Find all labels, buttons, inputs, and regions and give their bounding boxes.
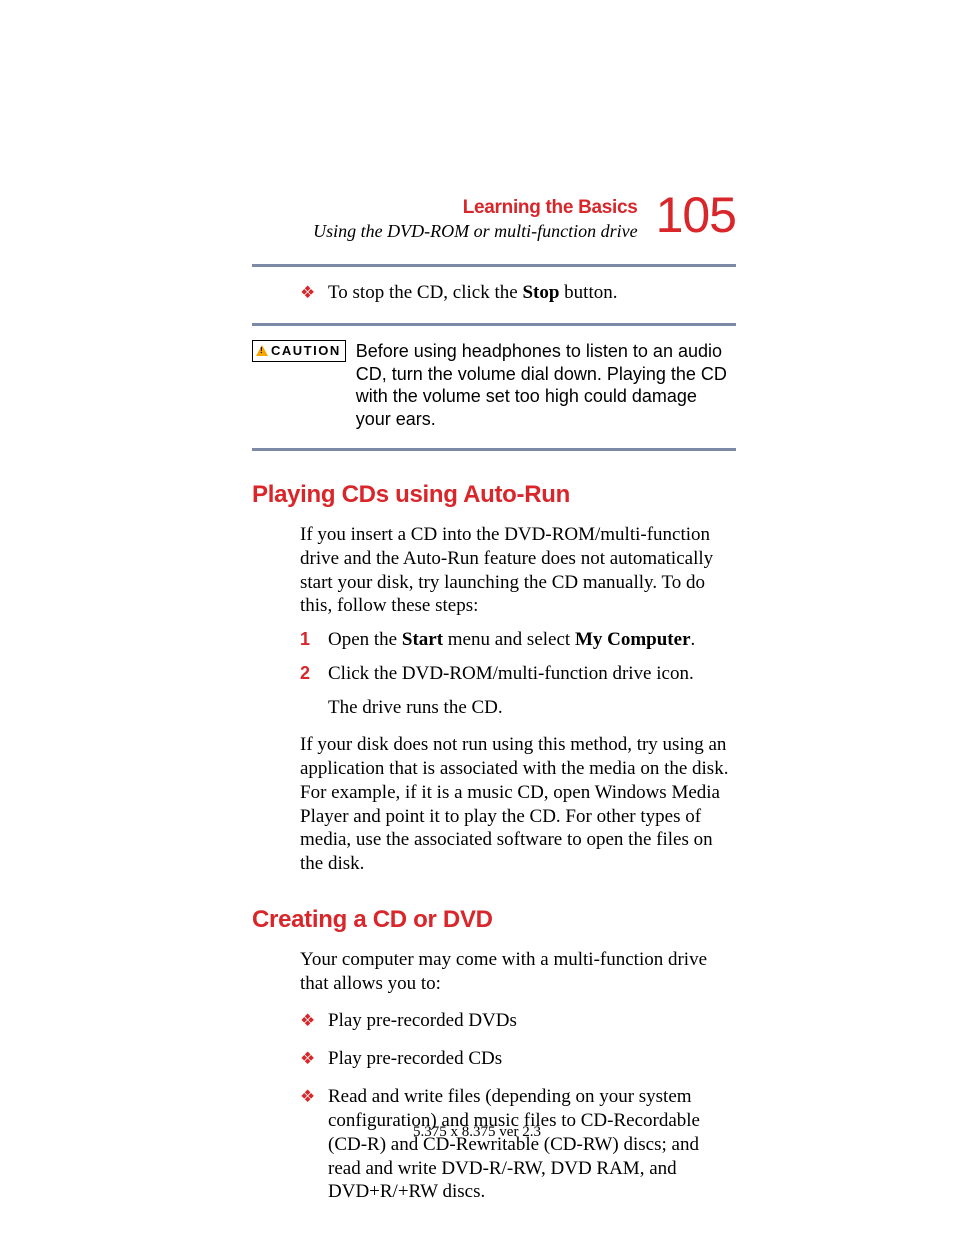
bullet-item: ❖ To stop the CD, click the Stop button. — [300, 281, 736, 305]
bullet-item: ❖ Play pre-recorded DVDs — [300, 1009, 736, 1033]
step-item: 1 Open the Start menu and select My Comp… — [300, 628, 736, 652]
chapter-title: Learning the Basics — [313, 197, 637, 219]
section-subtitle: Using the DVD-ROM or multi-function driv… — [313, 221, 637, 242]
diamond-bullet-icon: ❖ — [300, 1009, 328, 1033]
paragraph: Your computer may come with a multi-func… — [300, 948, 736, 996]
caution-text: Before using headphones to listen to an … — [356, 340, 736, 430]
step-text: Click the DVD-ROM/multi-function drive i… — [328, 662, 736, 686]
divider — [252, 264, 736, 267]
paragraph: If you insert a CD into the DVD-ROM/mult… — [300, 523, 736, 618]
paragraph: If your disk does not run using this met… — [300, 733, 736, 876]
diamond-bullet-icon: ❖ — [300, 1085, 328, 1204]
heading-playing-cds: Playing CDs using Auto-Run — [252, 481, 954, 509]
diamond-bullet-icon: ❖ — [300, 281, 328, 305]
bullet-text: Play pre-recorded DVDs — [328, 1009, 736, 1033]
step-text: menu and select — [443, 629, 575, 650]
caution-badge: CAUTION — [252, 340, 346, 362]
page-number: 105 — [656, 190, 736, 240]
step-item: 2 Click the DVD-ROM/multi-function drive… — [300, 662, 736, 686]
step-bold: My Computer — [575, 629, 691, 650]
step-subtext: The drive runs the CD. — [328, 696, 736, 720]
warning-triangle-icon — [256, 345, 268, 356]
bullet-text: Read and write files (depending on your … — [328, 1085, 736, 1204]
step-bold: Start — [402, 629, 443, 650]
divider — [252, 448, 736, 451]
divider — [252, 323, 736, 326]
heading-creating-cd: Creating a CD or DVD — [252, 906, 954, 934]
diamond-bullet-icon: ❖ — [300, 1047, 328, 1071]
bullet-text: Play pre-recorded CDs — [328, 1047, 736, 1071]
bullet-text-post: button. — [559, 282, 617, 303]
step-text: Open the — [328, 629, 402, 650]
caution-label: CAUTION — [271, 343, 341, 358]
bullet-text-bold: Stop — [522, 282, 559, 303]
caution-box: CAUTION Before using headphones to liste… — [252, 340, 736, 430]
bullet-text-pre: To stop the CD, click the — [328, 282, 522, 303]
page-footer: 5.375 x 8.375 ver 2.3 — [0, 1124, 954, 1141]
bullet-item: ❖ Play pre-recorded CDs — [300, 1047, 736, 1071]
step-number: 2 — [300, 662, 328, 686]
bullet-item: ❖ Read and write files (depending on you… — [300, 1085, 736, 1204]
page-header: Learning the Basics Using the DVD-ROM or… — [0, 190, 954, 242]
step-number: 1 — [300, 628, 328, 652]
step-text: . — [691, 629, 696, 650]
